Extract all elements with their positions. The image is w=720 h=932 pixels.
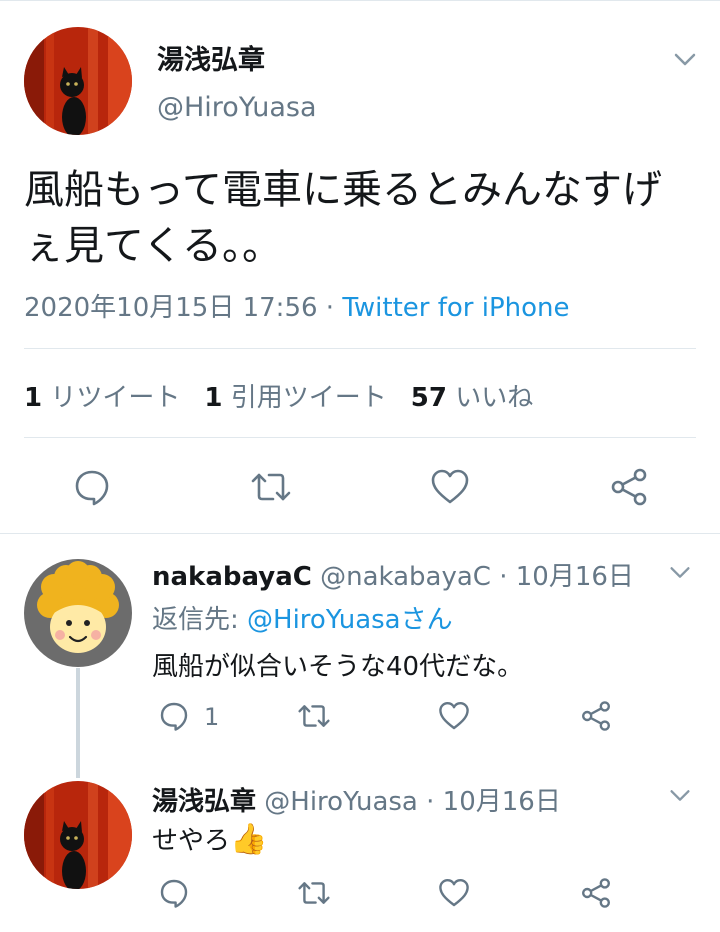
user-handle[interactable]: @HiroYuasa [264, 787, 418, 817]
like-icon[interactable] [430, 467, 470, 507]
tweet-timestamp[interactable]: 2020年10月15日 17:56 [24, 293, 318, 323]
share-icon[interactable] [609, 467, 649, 507]
reply-to-handle[interactable]: @HiroYuasaさん [247, 605, 453, 635]
retweet-icon[interactable] [249, 467, 293, 507]
reply-icon[interactable] [158, 700, 190, 732]
reply-icon[interactable] [72, 467, 112, 507]
section-divider [0, 533, 720, 534]
like-icon[interactable] [438, 700, 470, 732]
thread-line [76, 668, 80, 778]
tweet-source-link[interactable]: Twitter for iPhone [342, 293, 569, 323]
tweet-text: 風船もって電車に乗るとみんなすげぇ見てくる。。 [24, 167, 662, 269]
chevron-down-icon[interactable] [670, 44, 700, 74]
avatar[interactable] [24, 781, 132, 889]
display-name[interactable]: nakabayaC [152, 562, 312, 592]
display-name[interactable]: 湯浅弘章 [152, 787, 256, 817]
quote-stat[interactable]: 1 引用ツイート [204, 383, 386, 413]
like-count: 57 [410, 383, 447, 413]
like-icon[interactable] [438, 877, 470, 909]
avatar-image [24, 559, 132, 667]
user-handle[interactable]: @HiroYuasa [157, 92, 317, 123]
reply-icon[interactable] [158, 877, 190, 909]
reply-text: 風船が似合いそうな40代だな。 [152, 652, 524, 682]
quote-count: 1 [204, 383, 223, 413]
tweet-meta: 2020年10月15日 17:56 · Twitter for iPhone [24, 287, 570, 324]
reply-text-content: せやろ [152, 826, 231, 856]
avatar[interactable] [24, 27, 132, 135]
top-divider [0, 0, 720, 1]
avatar[interactable] [24, 559, 132, 667]
share-icon[interactable] [580, 877, 612, 909]
user-handle[interactable]: @nakabayaC [320, 562, 491, 592]
retweet-stat[interactable]: 1 リツイート [24, 383, 180, 413]
tweet-stats: 1 リツイート 1 引用ツイート 57 いいね [24, 377, 533, 414]
reply-to: 返信先: @HiroYuasaさん [152, 599, 453, 636]
divider [24, 348, 696, 349]
retweet-label: リツイート [50, 383, 181, 413]
avatar-image [24, 781, 132, 889]
reply-text: せやろ👍 [152, 820, 267, 857]
divider [24, 437, 696, 438]
chevron-down-icon[interactable] [666, 781, 694, 809]
reply-to-label: 返信先: [152, 605, 248, 635]
avatar-image [24, 27, 132, 135]
meta-separator: · [317, 293, 343, 323]
reply-date[interactable]: · 10月16日 [418, 787, 561, 817]
reply-header: nakabayaC @nakabayaC · 10月16日 [152, 556, 634, 593]
retweet-icon[interactable] [296, 700, 332, 732]
thumbs-up-emoji: 👍 [230, 822, 268, 857]
reply-header: 湯浅弘章 @HiroYuasa · 10月16日 [152, 781, 561, 818]
like-label: いいね [455, 383, 534, 413]
reply-count: 1 [204, 703, 220, 731]
display-name[interactable]: 湯浅弘章 [157, 38, 265, 77]
reply-date[interactable]: · 10月16日 [491, 562, 634, 592]
retweet-count: 1 [24, 383, 43, 413]
retweet-icon[interactable] [296, 877, 332, 909]
like-stat[interactable]: 57 いいね [411, 383, 533, 413]
chevron-down-icon[interactable] [666, 558, 694, 586]
share-icon[interactable] [580, 700, 612, 732]
quote-label: 引用ツイート [230, 383, 387, 413]
